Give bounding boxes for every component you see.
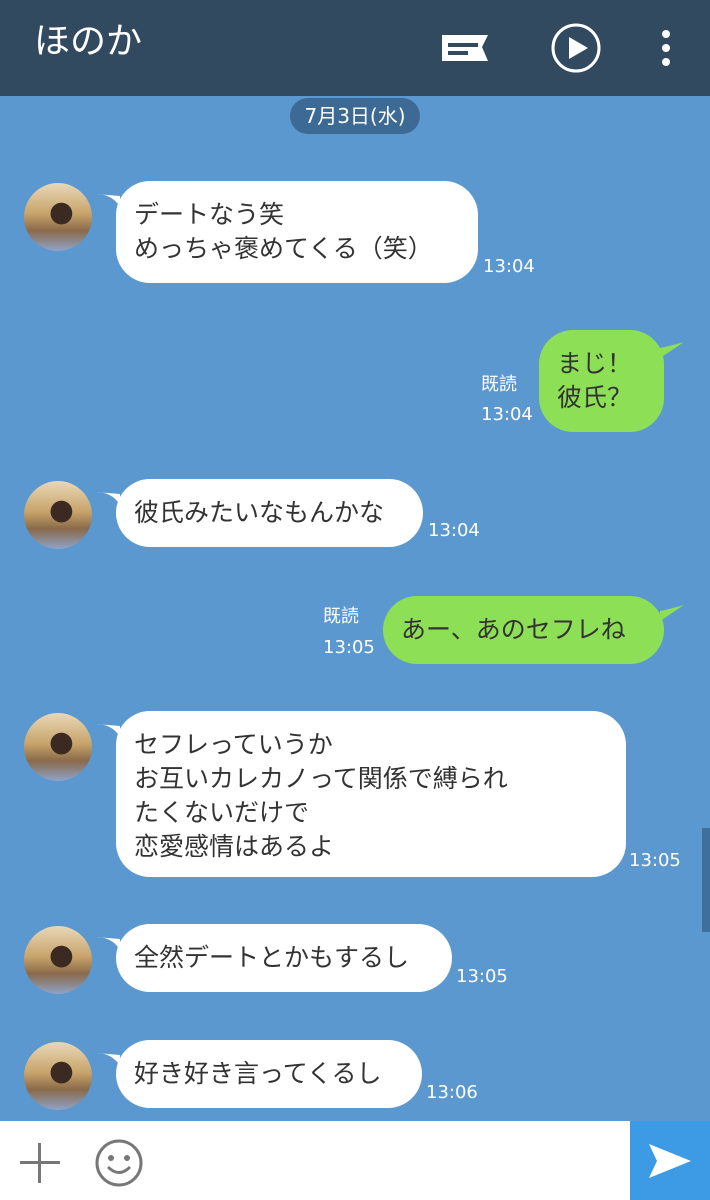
message-time: 13:04 xyxy=(483,256,535,277)
scrollbar[interactable] xyxy=(702,828,710,932)
message-bubble[interactable]: 彼氏みたいなもんかな xyxy=(116,479,423,547)
date-separator: 7月3日(水) xyxy=(0,96,710,134)
message-time: 13:05 xyxy=(456,966,508,987)
message-bubble[interactable]: あー、あのセフレね xyxy=(383,596,664,664)
avatar[interactable] xyxy=(24,1042,92,1110)
message-bubble[interactable]: 好き好き言ってくるし xyxy=(116,1040,422,1108)
chat-title: ほのか xyxy=(34,21,143,62)
plus-icon[interactable] xyxy=(16,1139,64,1187)
avatar[interactable] xyxy=(24,481,92,549)
read-receipt: 既読 xyxy=(481,374,517,395)
chat-header: ほのか xyxy=(0,0,710,96)
message-bubble[interactable]: まじ！ 彼氏？ xyxy=(539,330,664,432)
message-bubble[interactable]: セフレっていうか お互いカレカノって関係で縛られ たくないだけで 恋愛感情はある… xyxy=(116,711,626,877)
message-bubble[interactable]: デートなう笑 めっちゃ褒めてくる（笑） xyxy=(116,181,478,283)
notes-icon[interactable] xyxy=(434,18,494,78)
bubble-tail xyxy=(96,194,120,204)
avatar[interactable] xyxy=(24,926,92,994)
bubble-tail xyxy=(660,605,684,621)
play-icon[interactable] xyxy=(546,18,606,78)
bubble-tail xyxy=(96,937,120,947)
emoji-icon[interactable] xyxy=(92,1136,146,1190)
message-time: 13:04 xyxy=(428,520,480,541)
message-time: 13:06 xyxy=(426,1082,478,1103)
bubble-tail xyxy=(96,724,120,734)
message-input-bar xyxy=(0,1121,710,1200)
message-time: 13:04 xyxy=(481,404,533,425)
message-bubble[interactable]: 全然デートとかもするし xyxy=(116,924,452,992)
message-time: 13:05 xyxy=(323,637,375,658)
send-button[interactable] xyxy=(630,1121,710,1200)
bubble-tail xyxy=(96,1053,120,1063)
avatar[interactable] xyxy=(24,183,92,251)
date-badge: 7月3日(水) xyxy=(290,98,420,134)
avatar[interactable] xyxy=(24,713,92,781)
message-time: 13:05 xyxy=(629,850,681,871)
more-icon[interactable] xyxy=(636,18,696,78)
bubble-tail xyxy=(96,492,120,502)
bubble-tail xyxy=(660,342,684,358)
message-input[interactable] xyxy=(160,1121,620,1200)
send-icon xyxy=(649,1143,691,1178)
read-receipt: 既読 xyxy=(323,606,359,627)
